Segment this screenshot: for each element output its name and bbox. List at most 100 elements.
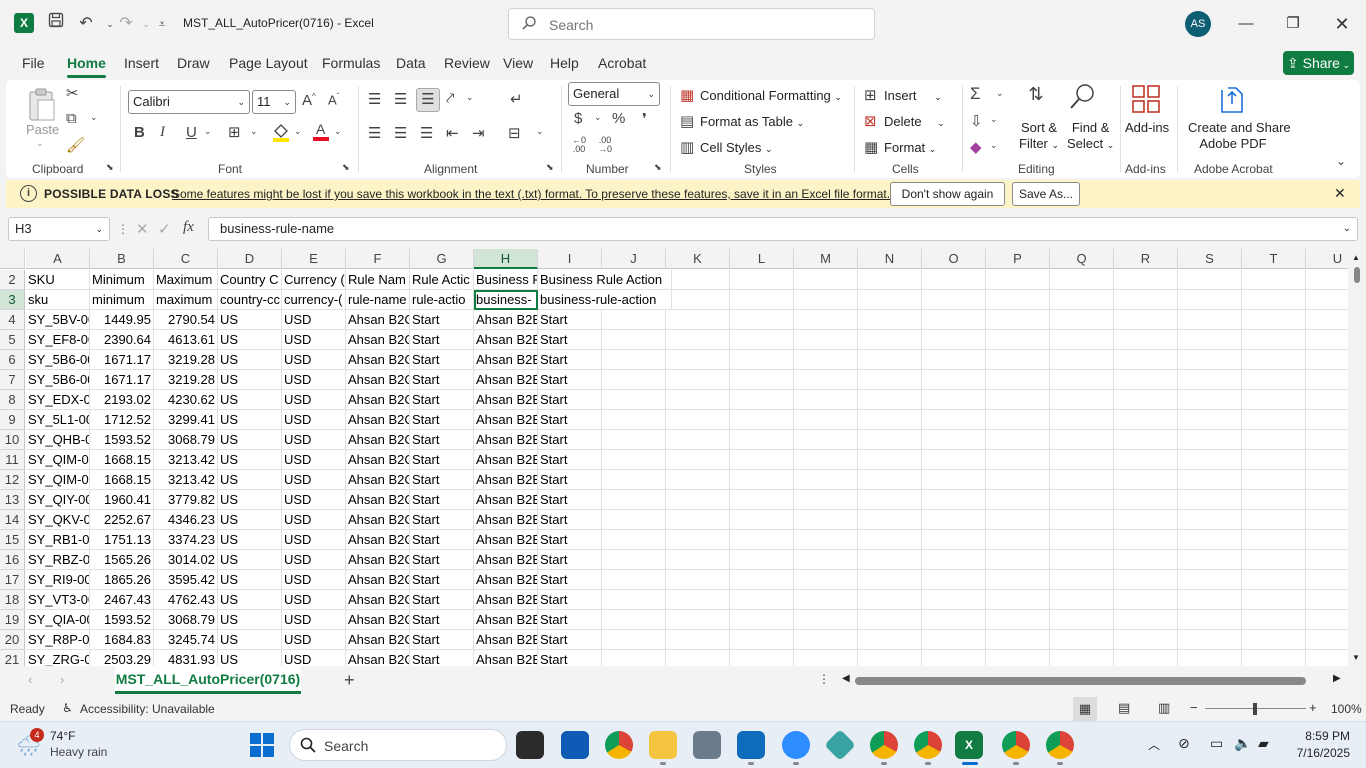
cell[interactable] [1114, 370, 1178, 390]
cell[interactable]: Ahsan B2C [346, 490, 410, 510]
cell[interactable] [858, 430, 922, 450]
cell[interactable] [666, 450, 730, 470]
cell[interactable] [794, 290, 858, 310]
cell[interactable] [794, 650, 858, 666]
cell[interactable]: Rule Actic [410, 270, 474, 290]
cell[interactable]: SY_R8P-00 [26, 630, 90, 650]
cell[interactable]: Ahsan B2E [474, 610, 538, 630]
cell[interactable]: Start [410, 570, 474, 590]
cell[interactable]: USD [282, 330, 346, 350]
cell[interactable] [922, 330, 986, 350]
tab-view[interactable]: View [503, 55, 533, 71]
scroll-up-icon[interactable]: ▲ [1352, 253, 1360, 262]
cell[interactable]: USD [282, 510, 346, 530]
cell[interactable]: Minimum [90, 270, 154, 290]
formula-input[interactable]: business-rule-name ⌄ [208, 217, 1358, 241]
cell[interactable] [1306, 390, 1348, 410]
cell-styles-icon[interactable]: ▥ [680, 138, 694, 156]
display-icon[interactable]: ▭ [1210, 735, 1223, 752]
save-as-button[interactable]: Save As... [1012, 182, 1080, 206]
cell[interactable] [1306, 590, 1348, 610]
row-header[interactable]: 8 [0, 390, 25, 410]
sort-filter-button[interactable]: Sort & Filter ⌄ [1019, 120, 1059, 153]
cell[interactable] [986, 550, 1050, 570]
cell[interactable] [922, 470, 986, 490]
cell[interactable] [730, 570, 794, 590]
cell[interactable] [986, 590, 1050, 610]
chrome-profile-4-icon[interactable] [1046, 731, 1074, 759]
cell[interactable] [1178, 590, 1242, 610]
cell[interactable] [1242, 490, 1306, 510]
cell[interactable] [602, 510, 666, 530]
cell[interactable] [1178, 430, 1242, 450]
cell[interactable]: Ahsan B2C [346, 330, 410, 350]
cell[interactable] [730, 350, 794, 370]
vertical-scrollbar[interactable]: ▲ ▼ [1348, 249, 1366, 666]
cell[interactable] [666, 550, 730, 570]
cell[interactable] [1114, 590, 1178, 610]
font-color-dropdown-icon[interactable]: ⌄ [334, 126, 342, 137]
column-header[interactable]: P [986, 249, 1050, 269]
calculator-icon[interactable] [693, 731, 721, 759]
cell[interactable] [922, 550, 986, 570]
cell[interactable]: Start [410, 370, 474, 390]
cell[interactable]: 1565.26 [90, 550, 154, 570]
merge-center-icon[interactable]: ⊟ [508, 124, 521, 142]
borders-dropdown-icon[interactable]: ⌄ [250, 126, 258, 137]
cell[interactable]: 3299.41 [154, 410, 218, 430]
cell[interactable]: Start [410, 510, 474, 530]
cell[interactable]: Ahsan B2C [346, 390, 410, 410]
cell[interactable]: Ahsan B2E [474, 470, 538, 490]
cell[interactable] [858, 310, 922, 330]
minimize-icon[interactable]: — [1226, 10, 1266, 38]
search-box[interactable] [508, 8, 875, 40]
cell[interactable]: Start [538, 390, 602, 410]
cell[interactable]: US [218, 610, 282, 630]
cell[interactable] [794, 350, 858, 370]
column-header[interactable]: S [1178, 249, 1242, 269]
cell[interactable] [1178, 450, 1242, 470]
cell[interactable] [666, 290, 730, 310]
column-header[interactable]: H [474, 249, 538, 269]
cell[interactable] [858, 530, 922, 550]
cell[interactable] [1242, 610, 1306, 630]
add-sheet-icon[interactable]: + [344, 670, 355, 691]
addins-icon[interactable] [1130, 84, 1162, 118]
cell[interactable] [986, 470, 1050, 490]
paste-button[interactable]: Paste [26, 122, 59, 137]
align-center-icon[interactable]: ☰ [394, 124, 407, 142]
wrap-text-icon[interactable]: ↵ [510, 90, 523, 108]
row-header[interactable]: 4 [0, 310, 25, 330]
cell[interactable] [1114, 510, 1178, 530]
cell[interactable]: 1671.17 [90, 370, 154, 390]
cell[interactable] [1050, 370, 1114, 390]
cell[interactable] [1242, 430, 1306, 450]
cell[interactable] [922, 350, 986, 370]
cell[interactable] [666, 390, 730, 410]
cell[interactable] [1050, 630, 1114, 650]
cell[interactable]: 4230.62 [154, 390, 218, 410]
cell[interactable] [1306, 530, 1348, 550]
zoom-app-icon[interactable] [782, 731, 810, 759]
cell[interactable] [794, 590, 858, 610]
zoom-slider-thumb[interactable] [1253, 703, 1257, 715]
message-link[interactable]: Some features might be lost if you save … [172, 187, 890, 201]
sheet-tab[interactable]: MST_ALL_AutoPricer(0716) [115, 666, 301, 694]
prev-sheet-icon[interactable]: ‹ [28, 672, 32, 687]
cell[interactable]: USD [282, 350, 346, 370]
cell[interactable] [1306, 310, 1348, 330]
cell[interactable]: Start [410, 310, 474, 330]
cell[interactable] [666, 470, 730, 490]
dont-show-again-button[interactable]: Don't show again [890, 182, 1005, 206]
row-header[interactable]: 19 [0, 610, 25, 630]
cell[interactable]: Start [410, 470, 474, 490]
cell[interactable]: US [218, 330, 282, 350]
tab-draw[interactable]: Draw [177, 55, 210, 71]
decrease-font-icon[interactable]: Aˇ [328, 92, 339, 107]
cell[interactable] [794, 570, 858, 590]
cell[interactable]: Start [410, 450, 474, 470]
cell[interactable] [858, 370, 922, 390]
cell[interactable]: 2252.67 [90, 510, 154, 530]
row-header[interactable]: 21 [0, 650, 25, 666]
cell[interactable] [1306, 450, 1348, 470]
